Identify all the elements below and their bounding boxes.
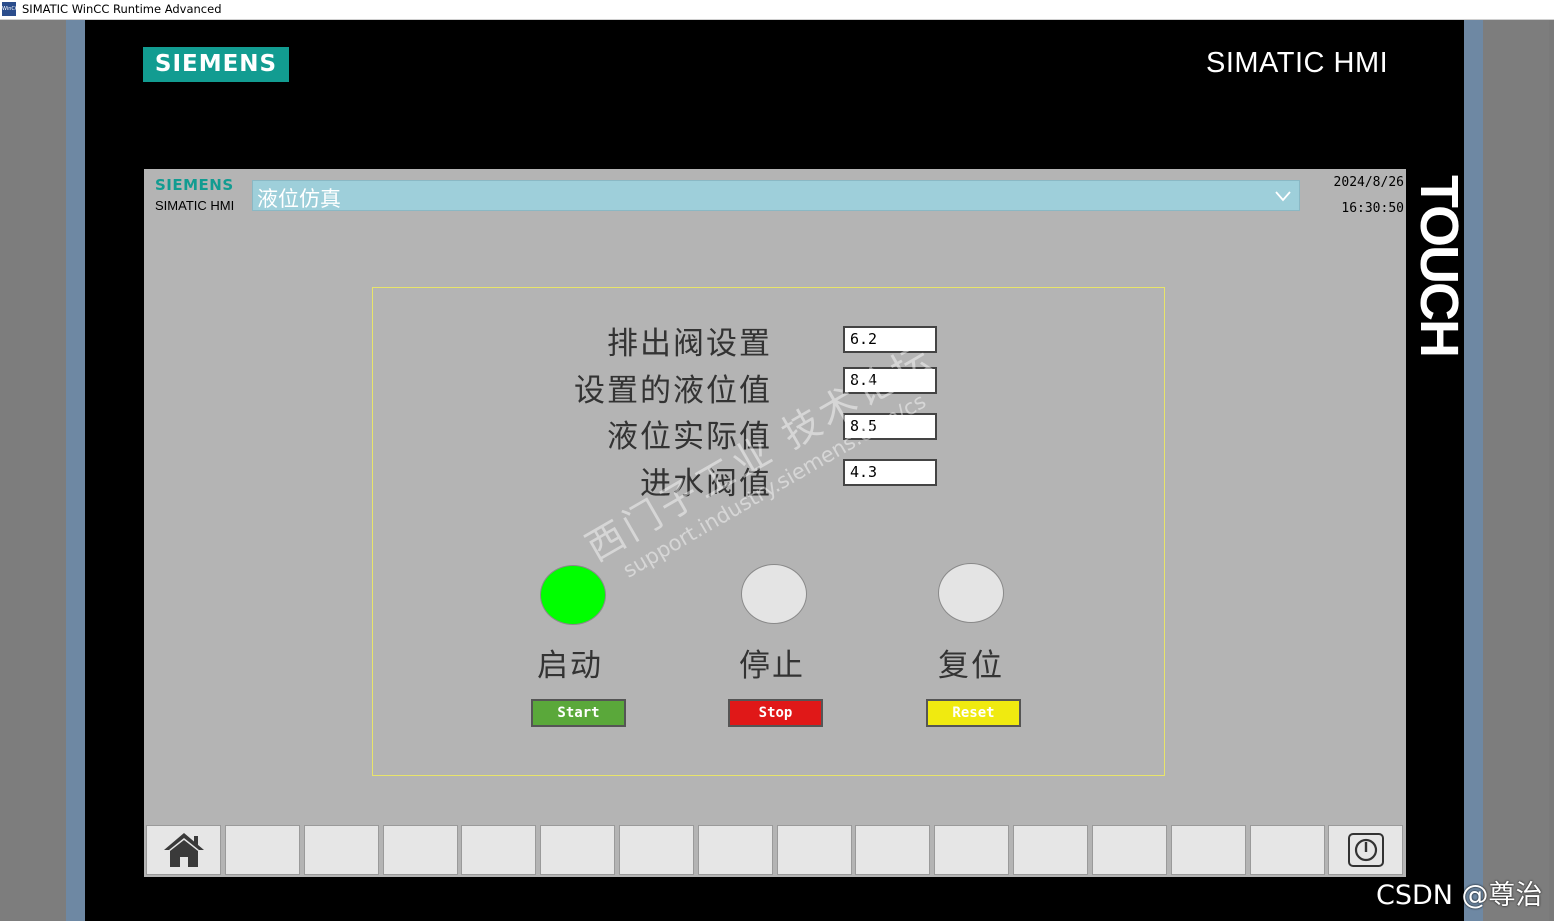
window-title: SIMATIC WinCC Runtime Advanced xyxy=(22,2,222,16)
home-icon xyxy=(163,833,204,867)
screen-selector-dropdown[interactable]: 液位仿真 xyxy=(252,180,1300,211)
start-indicator-lamp xyxy=(540,565,606,625)
hmi-screen: SIEMENS SIMATIC HMI 液位仿真 2024/8/26 16:30… xyxy=(144,169,1406,877)
field-label-inlet-valve: 进水阀值 xyxy=(640,466,772,502)
field-label-level-setpoint: 设置的液位值 xyxy=(574,373,772,409)
screen-selector-value: 液位仿真 xyxy=(257,187,341,211)
siemens-logo: SIEMENS xyxy=(143,47,289,82)
function-key-5[interactable] xyxy=(461,825,536,875)
inlet-valve-input[interactable]: 4.3 xyxy=(843,459,937,486)
chevron-down-icon xyxy=(1275,191,1291,202)
start-button[interactable]: Start xyxy=(531,699,626,727)
function-key-6[interactable] xyxy=(540,825,615,875)
touch-label: TOUCH xyxy=(1406,170,1469,356)
csdn-watermark: CSDN @尊治 xyxy=(1376,880,1543,911)
power-button[interactable] xyxy=(1328,825,1403,875)
function-key-2[interactable] xyxy=(225,825,300,875)
power-icon xyxy=(1347,833,1384,867)
function-key-7[interactable] xyxy=(619,825,694,875)
function-key-4[interactable] xyxy=(383,825,458,875)
function-key-9[interactable] xyxy=(777,825,852,875)
function-key-12[interactable] xyxy=(1013,825,1088,875)
reset-button[interactable]: Reset xyxy=(926,699,1021,727)
level-setpoint-input[interactable]: 8.4 xyxy=(843,367,937,394)
frame-left-accent xyxy=(66,20,85,921)
wincc-app-icon: WinCC xyxy=(2,2,16,16)
touch-text: TOUCH xyxy=(1409,175,1469,357)
control-panel: 排出阀设置 6.2 设置的液位值 8.4 液位实际值 8.5 进水阀值 4.3 … xyxy=(372,287,1165,776)
frame-right-accent xyxy=(1464,20,1483,921)
drain-valve-input[interactable]: 6.2 xyxy=(843,326,937,353)
home-button[interactable] xyxy=(146,825,221,875)
date-display: 2024/8/26 xyxy=(1333,175,1404,190)
screen-siemens-logo: SIEMENS xyxy=(155,176,234,194)
window-titlebar: WinCC SIMATIC WinCC Runtime Advanced xyxy=(0,0,1554,20)
reset-indicator-lamp xyxy=(938,563,1004,623)
start-lamp-label: 启动 xyxy=(537,648,603,684)
actual-level-field[interactable]: 8.5 xyxy=(843,413,937,440)
frame-right-edge xyxy=(1483,20,1549,921)
function-key-10[interactable] xyxy=(855,825,930,875)
function-key-3[interactable] xyxy=(304,825,379,875)
stop-lamp-label: 停止 xyxy=(739,648,805,684)
time-display: 16:30:50 xyxy=(1341,201,1404,216)
frame-left-edge xyxy=(0,20,66,921)
simatic-hmi-brand: SIMATIC HMI xyxy=(1206,47,1389,79)
function-key-8[interactable] xyxy=(698,825,773,875)
field-label-actual-level: 液位实际值 xyxy=(607,419,772,455)
function-key-14[interactable] xyxy=(1171,825,1246,875)
field-label-drain-valve: 排出阀设置 xyxy=(607,326,772,362)
function-key-13[interactable] xyxy=(1092,825,1167,875)
stop-indicator-lamp xyxy=(741,564,807,624)
function-key-bar xyxy=(144,823,1406,877)
hmi-device-frame: SIEMENS SIMATIC HMI TOUCH SIEMENS SIMATI… xyxy=(0,20,1554,921)
screen-simatic-label: SIMATIC HMI xyxy=(155,198,235,213)
function-key-11[interactable] xyxy=(934,825,1009,875)
function-key-15[interactable] xyxy=(1250,825,1325,875)
stop-button[interactable]: Stop xyxy=(728,699,823,727)
reset-lamp-label: 复位 xyxy=(938,648,1004,684)
